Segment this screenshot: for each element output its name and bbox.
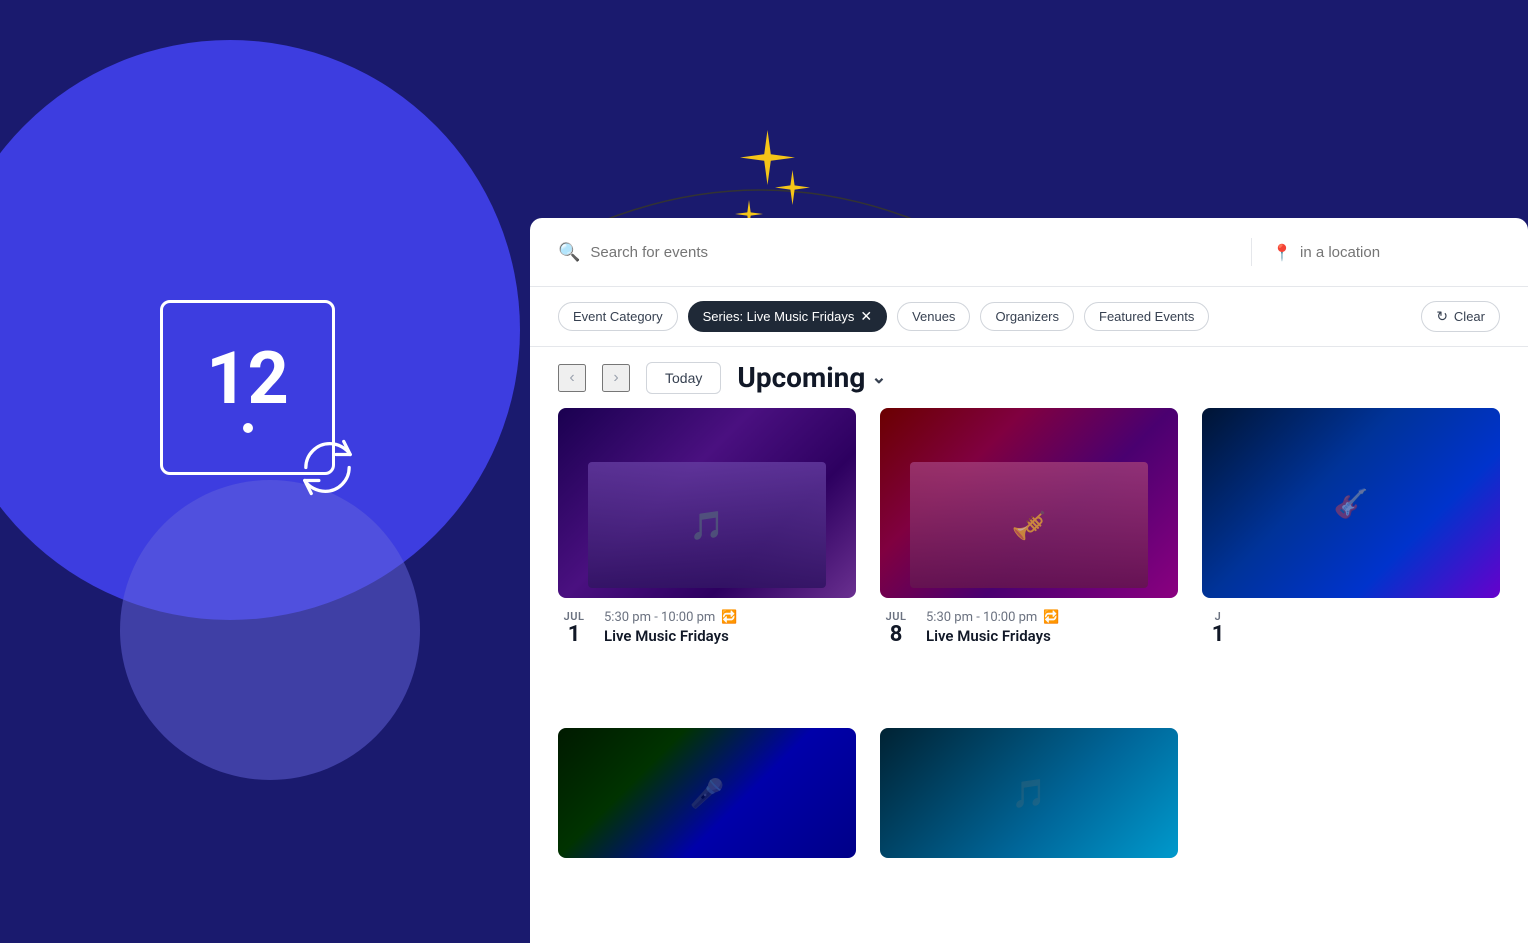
next-icon: › [613, 369, 618, 387]
prev-button[interactable]: ‹ [558, 364, 586, 392]
today-button[interactable]: Today [646, 362, 721, 394]
event-day-2: 8 [890, 623, 903, 647]
filter-chip-venues[interactable]: Venues [897, 302, 970, 331]
event-card-2[interactable]: 🎺 JUL 8 5:30 pm - 10:00 pm 🔁 Live Music … [880, 408, 1178, 704]
event-meta-1: JUL 1 5:30 pm - 10:00 pm 🔁 Live Music Fr… [558, 610, 856, 647]
filter-chip-featured-events[interactable]: Featured Events [1084, 302, 1209, 331]
event-card-3[interactable]: 🎸 J 1 [1202, 408, 1500, 704]
search-icon: 🔍 [558, 242, 580, 263]
recurring-icon-2: 🔁 [1043, 610, 1059, 625]
location-icon: 📍 [1272, 243, 1292, 262]
prev-icon: ‹ [569, 369, 574, 387]
event-image-5: 🎵 [880, 728, 1178, 858]
calendar-number: 12 [206, 343, 289, 415]
filter-bar: Event Category Series: Live Music Friday… [530, 287, 1528, 347]
filter-chip-organizers[interactable]: Organizers [980, 302, 1074, 331]
event-meta-2: JUL 8 5:30 pm - 10:00 pm 🔁 Live Music Fr… [880, 610, 1178, 647]
event-title-2: Live Music Fridays [926, 627, 1178, 645]
clear-label: Clear [1454, 309, 1485, 324]
today-label: Today [665, 370, 702, 386]
recurring-icon-1: 🔁 [721, 610, 737, 625]
event-day-1: 1 [568, 623, 581, 647]
event-date-1: JUL 1 [558, 610, 590, 647]
search-input[interactable] [590, 244, 1231, 261]
refresh-small-icon: ↻ [1436, 308, 1448, 325]
event-time-1: 5:30 pm - 10:00 pm 🔁 [604, 610, 856, 625]
filter-chip-series-label: Series: Live Music Fridays [703, 309, 855, 324]
filter-chip-series[interactable]: Series: Live Music Fridays ✕ [688, 301, 887, 332]
event-time-2: 5:30 pm - 10:00 pm 🔁 [926, 610, 1178, 625]
clear-button[interactable]: ↻ Clear [1421, 301, 1500, 332]
event-info-1: 5:30 pm - 10:00 pm 🔁 Live Music Fridays [604, 610, 856, 645]
event-info-3 [1248, 610, 1500, 612]
event-image-1: 🎵 [558, 408, 856, 598]
event-info-2: 5:30 pm - 10:00 pm 🔁 Live Music Fridays [926, 610, 1178, 645]
event-card-4[interactable]: 🎤 [558, 728, 856, 915]
calendar-widget: 12 [160, 300, 335, 475]
bg-circle-small [120, 480, 420, 780]
view-selector[interactable]: Upcoming ⌄ [737, 361, 886, 394]
filter-chip-event-category[interactable]: Event Category [558, 302, 678, 331]
event-title-1: Live Music Fridays [604, 627, 856, 645]
calendar-box: 12 [160, 300, 335, 475]
location-input[interactable] [1300, 244, 1500, 261]
event-day-3: 1 [1212, 623, 1225, 647]
view-label: Upcoming [737, 361, 865, 394]
events-grid: 🎵 JUL 1 5:30 pm - 10:00 pm 🔁 Live Music … [530, 408, 1528, 943]
search-divider [1251, 238, 1252, 266]
main-panel: 🔍 📍 Event Category Series: Live Music Fr… [530, 218, 1528, 943]
filter-chip-label: Event Category [573, 309, 663, 324]
calendar-dot [243, 423, 253, 433]
event-image-3: 🎸 [1202, 408, 1500, 598]
next-button[interactable]: › [602, 364, 630, 392]
event-date-2: JUL 8 [880, 610, 912, 647]
location-section: 📍 [1272, 243, 1500, 262]
chevron-down-icon: ⌄ [871, 367, 886, 388]
event-card-1[interactable]: 🎵 JUL 1 5:30 pm - 10:00 pm 🔁 Live Music … [558, 408, 856, 704]
refresh-icon [295, 435, 360, 500]
sparkle-small-icon [775, 170, 810, 205]
event-image-4: 🎤 [558, 728, 856, 858]
filter-chip-series-remove-icon[interactable]: ✕ [860, 308, 872, 325]
filter-chip-venues-label: Venues [912, 309, 955, 324]
filter-chip-featured-label: Featured Events [1099, 309, 1194, 324]
nav-bar: ‹ › Today Upcoming ⌄ [530, 347, 1528, 408]
event-date-3: J 1 [1202, 610, 1234, 647]
event-card-5[interactable]: 🎵 [880, 728, 1178, 915]
search-section: 🔍 [558, 242, 1231, 263]
event-image-2: 🎺 [880, 408, 1178, 598]
filter-chip-organizers-label: Organizers [995, 309, 1059, 324]
search-bar: 🔍 📍 [530, 218, 1528, 287]
event-meta-3: J 1 [1202, 610, 1500, 647]
